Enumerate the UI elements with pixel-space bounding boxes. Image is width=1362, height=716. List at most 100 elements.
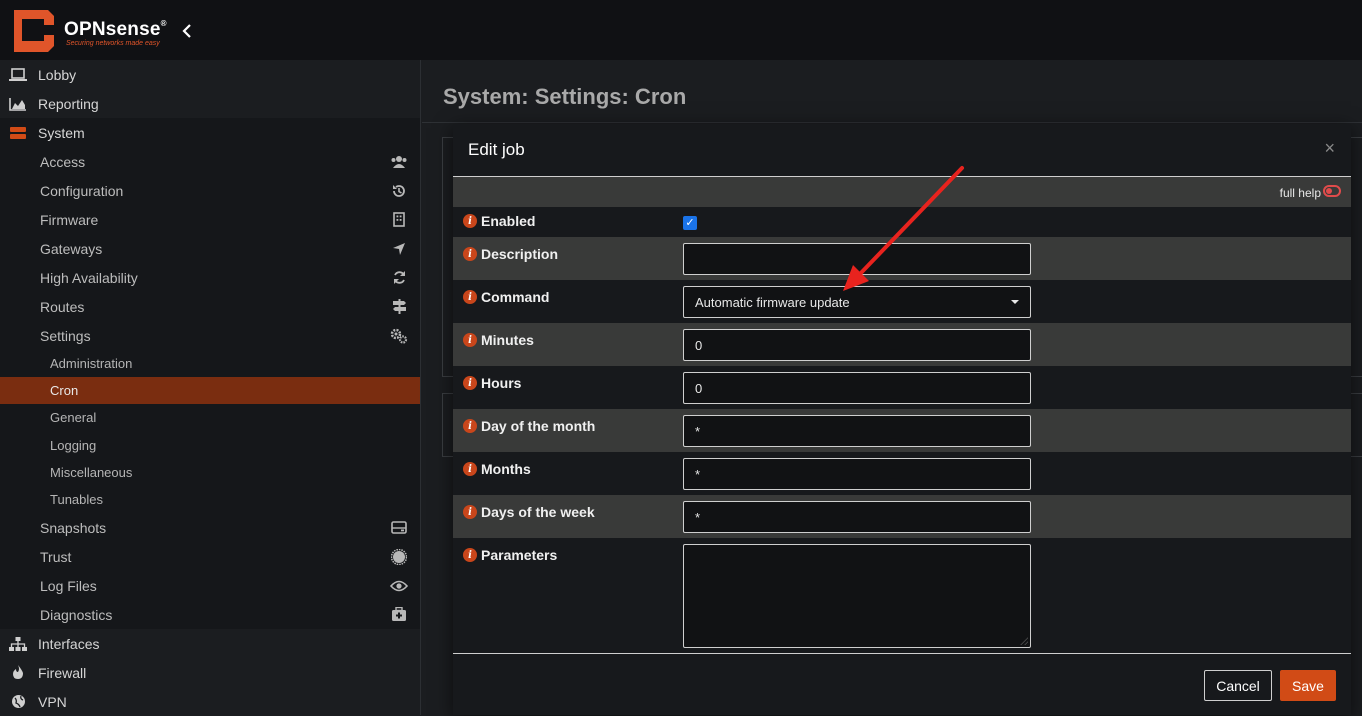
days-of-week-input[interactable]: * [683, 501, 1031, 533]
sidebar-item-vpn[interactable]: VPN [0, 687, 420, 716]
hdd-icon [390, 520, 408, 536]
field-label-text: Day of the month [481, 418, 596, 434]
sidebar-item-high-availability[interactable]: High Availability [0, 263, 420, 292]
info-icon[interactable]: i [463, 214, 477, 228]
enabled-checkbox[interactable]: ✓ [683, 216, 697, 230]
info-icon[interactable]: i [463, 290, 477, 304]
title-divider [422, 122, 1362, 123]
months-input[interactable]: * [683, 458, 1031, 490]
chevron-left-icon[interactable] [180, 22, 194, 40]
opnsense-logo-icon[interactable] [8, 6, 56, 54]
sidebar-item-logging[interactable]: Logging [0, 432, 420, 459]
sidebar-item-label: Tunables [50, 492, 103, 508]
sidebar-item-label: Interfaces [38, 635, 100, 652]
field-row-parameters: i Parameters [453, 538, 1351, 652]
sidebar-item-label: Lobby [38, 66, 77, 83]
sidebar-item-reporting[interactable]: Reporting [0, 89, 420, 118]
save-button[interactable]: Save [1280, 670, 1336, 701]
info-icon[interactable]: i [463, 247, 477, 261]
sidebar-item-cron[interactable]: Cron [0, 377, 420, 405]
close-icon[interactable]: × [1324, 138, 1335, 159]
day-of-month-input[interactable]: * [683, 415, 1031, 447]
globe-icon [8, 695, 28, 709]
sidebar: Lobby Reporting System Access Configurat… [0, 60, 421, 715]
field-label-text: Hours [481, 375, 522, 391]
sidebar-item-label: Access [40, 153, 86, 170]
field-label-text: Command [481, 289, 550, 305]
info-icon[interactable]: i [463, 505, 477, 519]
field-label-text: Minutes [481, 332, 534, 348]
sidebar-item-label: Cron [50, 383, 79, 399]
sidebar-item-label: Diagnostics [40, 606, 113, 623]
sidebar-item-label: Miscellaneous [50, 464, 133, 480]
edit-job-dialog: Edit job × full help i Enabled ✓ i Descrip… [453, 124, 1351, 715]
command-select[interactable]: Automatic firmware update [683, 286, 1031, 318]
sidebar-item-routes[interactable]: Routes [0, 292, 420, 321]
sidebar-item-tunables[interactable]: Tunables [0, 486, 420, 513]
sidebar-item-system[interactable]: System [0, 118, 420, 147]
sidebar-item-snapshots[interactable]: Snapshots [0, 513, 420, 542]
cancel-button[interactable]: Cancel [1204, 670, 1272, 701]
sidebar-item-general[interactable]: General [0, 404, 420, 431]
refresh-icon [390, 270, 408, 286]
sidebar-item-log-files[interactable]: Log Files [0, 571, 420, 600]
info-icon[interactable]: i [463, 462, 477, 476]
sitemap-icon [8, 636, 28, 651]
sidebar-item-label: Gateways [40, 240, 103, 257]
system-group: System Access Configuration Firmware Gat… [0, 118, 420, 630]
sidebar-item-label: Firmware [40, 211, 99, 228]
sidebar-item-interfaces[interactable]: Interfaces [0, 629, 420, 658]
sidebar-item-firewall[interactable]: Firewall [0, 658, 420, 687]
sidebar-item-firmware[interactable]: Firmware [0, 205, 420, 234]
sidebar-item-access[interactable]: Access [0, 147, 420, 176]
field-label-text: Days of the week [481, 504, 595, 520]
sidebar-item-label: Settings [40, 327, 91, 344]
field-label: i Parameters [463, 547, 557, 563]
field-row-description: i Description [453, 237, 1351, 280]
eye-icon [390, 578, 408, 594]
info-icon[interactable]: i [463, 548, 477, 562]
field-label: i Days of the week [463, 504, 595, 520]
sidebar-item-diagnostics[interactable]: Diagnostics [0, 600, 420, 629]
sidebar-item-label: Logging [50, 437, 97, 453]
sidebar-item-settings[interactable]: Settings [0, 321, 420, 350]
sidebar-item-trust[interactable]: Trust [0, 542, 420, 571]
cogs-icon [390, 328, 408, 344]
sidebar-item-label: Reporting [38, 95, 99, 112]
sidebar-item-configuration[interactable]: Configuration [0, 176, 420, 205]
building-icon [390, 212, 408, 228]
info-icon[interactable]: i [463, 419, 477, 433]
hours-input[interactable]: 0 [683, 372, 1031, 404]
brand-tagline: Securing networks made easy [66, 40, 160, 47]
resize-handle-icon[interactable] [1020, 637, 1028, 645]
field-row-enabled: i Enabled ✓ [453, 207, 1351, 237]
fire-icon [8, 665, 28, 680]
field-label-text: Description [481, 246, 559, 262]
sidebar-item-label: Configuration [40, 182, 124, 199]
sidebar-item-label: General [50, 410, 97, 426]
field-label: i Minutes [463, 332, 534, 348]
info-icon[interactable]: i [463, 376, 477, 390]
parameters-textarea[interactable] [683, 544, 1031, 648]
field-label: i Months [463, 461, 531, 477]
area-chart-icon [8, 97, 28, 111]
laptop-icon [8, 67, 28, 82]
history-icon [390, 183, 408, 199]
sidebar-item-label: Trust [40, 548, 72, 565]
caret-down-icon [1011, 300, 1019, 304]
field-row-hours: i Hours 0 [453, 366, 1351, 409]
minutes-input[interactable]: 0 [683, 329, 1031, 361]
top-bar: OPNsense® Securing networks made easy [0, 0, 1362, 60]
brand-reg: ® [160, 19, 167, 28]
sidebar-item-lobby[interactable]: Lobby [0, 60, 420, 89]
full-help-toggle[interactable] [1323, 185, 1341, 197]
sidebar-item-label: Administration [50, 356, 133, 372]
sidebar-item-administration[interactable]: Administration [0, 350, 420, 377]
field-label: i Day of the month [463, 418, 595, 434]
description-input[interactable] [683, 243, 1031, 275]
sidebar-item-label: Firewall [38, 664, 87, 681]
info-icon[interactable]: i [463, 333, 477, 347]
sidebar-item-gateways[interactable]: Gateways [0, 234, 420, 263]
sidebar-item-miscellaneous[interactable]: Miscellaneous [0, 459, 420, 486]
full-help-label: full help [1279, 186, 1321, 200]
